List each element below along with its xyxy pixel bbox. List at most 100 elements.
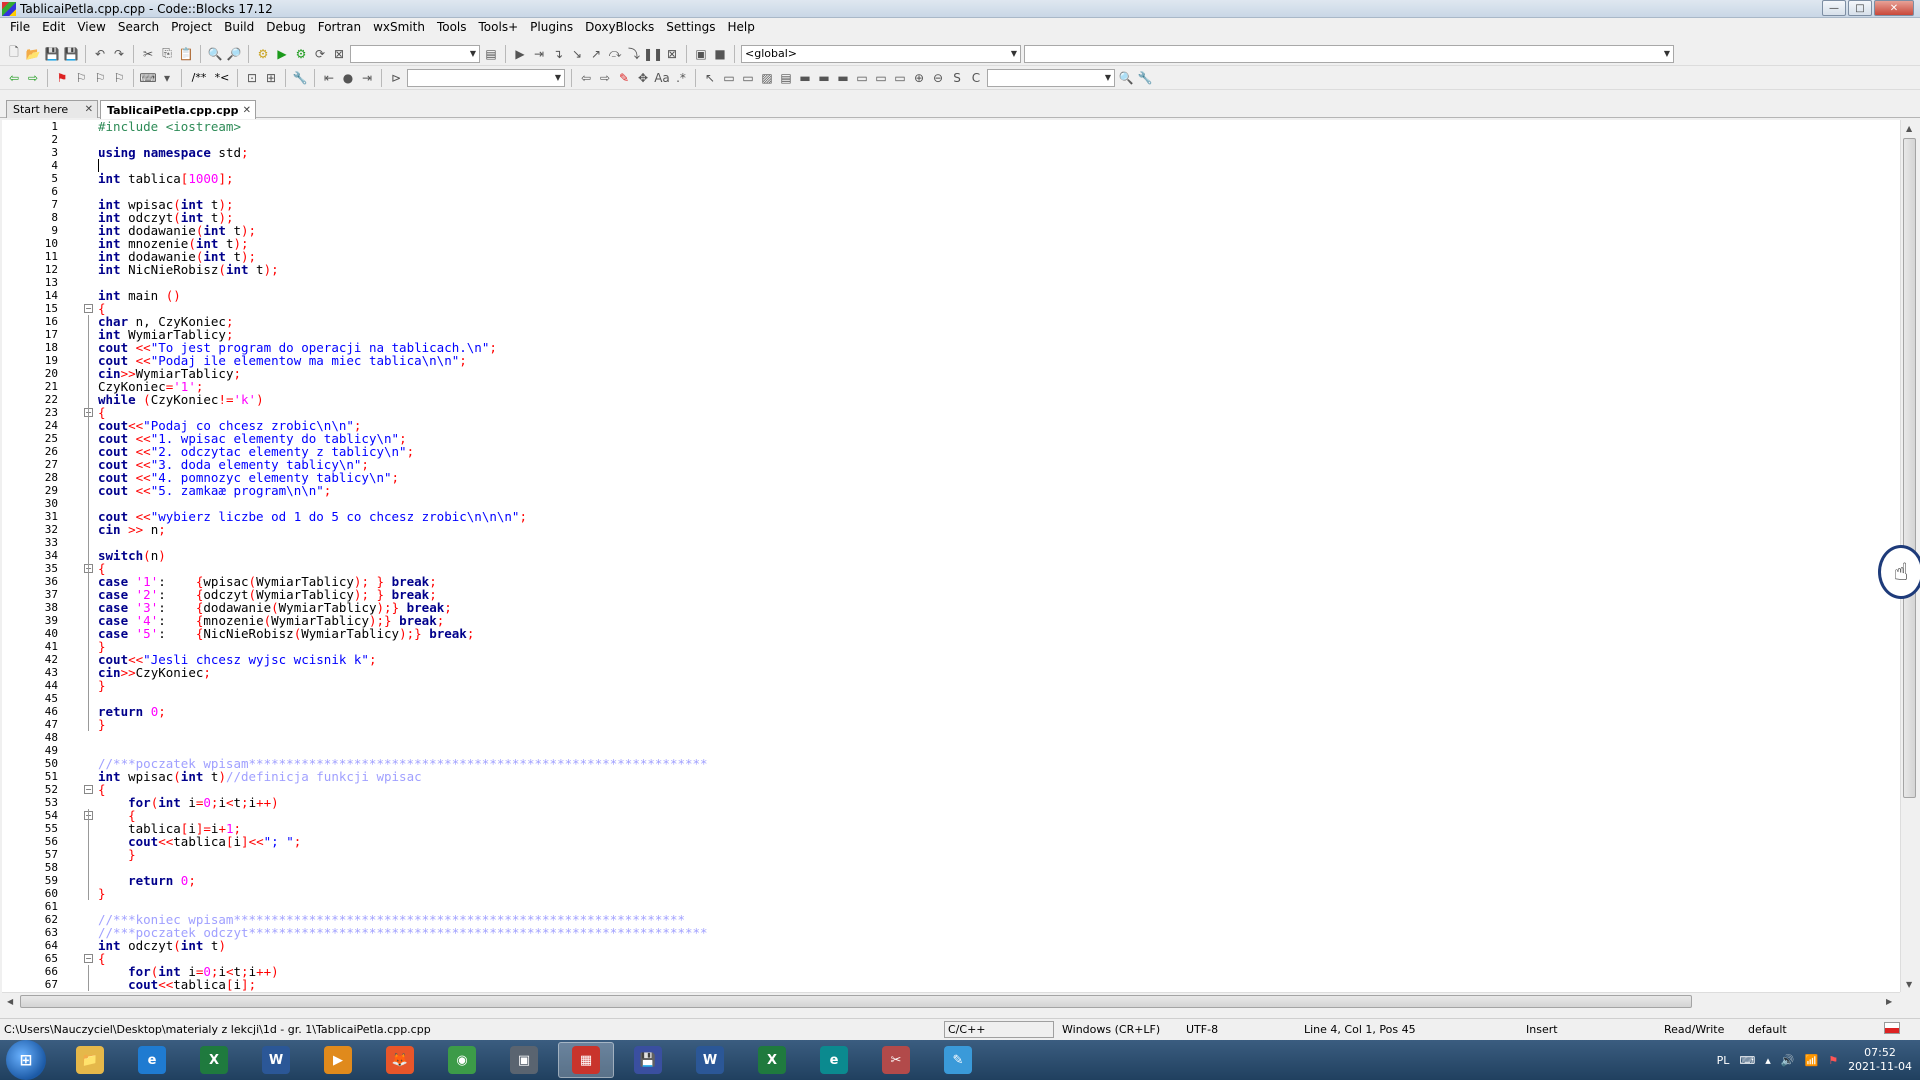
redo-icon[interactable]: ↷ xyxy=(111,46,127,62)
zoom-in-icon[interactable]: ⊕ xyxy=(911,70,927,86)
debug-icon[interactable]: ▶ xyxy=(512,46,528,62)
target-options-icon[interactable]: ▤ xyxy=(483,46,499,62)
code-line[interactable]: } xyxy=(98,679,106,692)
nav-back-icon[interactable]: ⇤ xyxy=(321,70,337,86)
close-icon[interactable]: ✕ xyxy=(85,104,93,115)
code-line[interactable]: return 0; xyxy=(98,874,196,887)
cut-icon[interactable]: ✂ xyxy=(140,46,156,62)
spell-search-icon[interactable]: 🔍 xyxy=(1118,70,1134,86)
code-editor[interactable]: 1 2 3 4 5 6 7 8 9 10 11 12 13 14 15 16 17 18 19 20 21 22 23 24 2… xyxy=(2,120,1902,992)
tab-tablicaipetla[interactable]: TablicaiPetla.cpp.cpp ✕ xyxy=(100,100,256,119)
code-line[interactable]: #include <iostream> xyxy=(98,120,241,133)
highlight-occ-icon[interactable]: ✎ xyxy=(616,70,632,86)
jump-forward-icon[interactable]: ⇨ xyxy=(25,70,41,86)
code-line[interactable]: int main () xyxy=(98,289,181,302)
taskbar-notes-button[interactable]: ✎ xyxy=(930,1042,986,1078)
code-line[interactable]: return 0; xyxy=(98,705,166,718)
various-info-icon[interactable]: ■ xyxy=(712,46,728,62)
save-icon[interactable]: 💾 xyxy=(44,46,60,62)
spell-settings-icon[interactable]: 🔧 xyxy=(1137,70,1153,86)
widget-8-icon[interactable]: ▭ xyxy=(854,70,870,86)
build-gear-icon[interactable]: ⚙ xyxy=(255,46,271,62)
taskbar-edge-button[interactable]: e xyxy=(806,1042,862,1078)
next-line-icon[interactable]: ↴ xyxy=(550,46,566,62)
horizontal-scrollbar[interactable]: ◀ ▶ xyxy=(2,992,1900,1010)
code-line[interactable]: int tablica[1000]; xyxy=(98,172,234,185)
code-line[interactable]: } xyxy=(98,887,106,900)
step-instruction-icon[interactable]: ⤵ xyxy=(626,46,642,62)
run-search-icon[interactable]: ⊳ xyxy=(388,70,404,86)
taskbar-word2-button[interactable]: W xyxy=(682,1042,738,1078)
widget-9-icon[interactable]: ▭ xyxy=(873,70,889,86)
doxy-stream-button[interactable]: *< xyxy=(213,70,231,86)
vertical-scroll-thumb[interactable] xyxy=(1903,138,1916,798)
widget-4-icon[interactable]: ▤ xyxy=(778,70,794,86)
code-line[interactable]: switch(n) xyxy=(98,549,166,562)
open-icon[interactable]: 📂 xyxy=(25,46,41,62)
menu-edit[interactable]: Edit xyxy=(36,20,71,34)
menu-build[interactable]: Build xyxy=(218,20,260,34)
rebuild-icon[interactable]: ⟳ xyxy=(312,46,328,62)
menu-help[interactable]: Help xyxy=(721,20,760,34)
keyboard-icon[interactable]: ⌨ xyxy=(1739,1054,1755,1067)
regex-icon[interactable]: .* xyxy=(673,70,689,86)
widget-2-icon[interactable]: ▭ xyxy=(740,70,756,86)
doxy-comment-button[interactable]: /** xyxy=(188,70,210,86)
taskbar-excel-button[interactable]: X xyxy=(186,1042,242,1078)
pause-icon[interactable]: ❚❚ xyxy=(643,46,663,62)
menu-file[interactable]: File xyxy=(4,20,36,34)
taskbar-word-button[interactable]: W xyxy=(248,1042,304,1078)
code-line[interactable]: } xyxy=(98,848,136,861)
taskbar-codeblocks-button[interactable]: ▦ xyxy=(558,1042,614,1078)
maximize-button[interactable]: □ xyxy=(1848,0,1872,16)
scroll-down-icon[interactable]: ▼ xyxy=(1906,980,1912,989)
start-button[interactable]: ⊞ xyxy=(6,1040,46,1080)
bookmark-prev-icon[interactable]: ⚐ xyxy=(73,70,89,86)
copy-icon[interactable]: ⎘ xyxy=(159,46,175,62)
debug-windows-icon[interactable]: ▣ xyxy=(693,46,709,62)
fold-toggle-icon[interactable]: − xyxy=(84,304,93,313)
action-center-icon[interactable]: ⚑ xyxy=(1828,1054,1838,1067)
taskbar-save-button[interactable]: 💾 xyxy=(620,1042,676,1078)
paste-icon[interactable]: 📋 xyxy=(178,46,194,62)
taskbar-explorer-button[interactable]: 📁 xyxy=(62,1042,118,1078)
stop-debug-icon[interactable]: ⊠ xyxy=(664,46,680,62)
select-pointer-icon[interactable]: ↖ xyxy=(702,70,718,86)
menu-tools[interactable]: Tools xyxy=(431,20,473,34)
widget-10-icon[interactable]: ▭ xyxy=(892,70,908,86)
highlight-icon[interactable]: ▾ xyxy=(159,70,175,86)
undo-icon[interactable]: ↶ xyxy=(92,46,108,62)
search-combo[interactable]: ▼ xyxy=(407,68,565,87)
scroll-right-icon[interactable]: ▶ xyxy=(1886,997,1892,1006)
doxy-extract-icon[interactable]: ⊞ xyxy=(263,70,279,86)
taskbar-excel2-button[interactable]: X xyxy=(744,1042,800,1078)
horizontal-scroll-thumb[interactable] xyxy=(20,995,1692,1008)
close-icon[interactable]: ✕ xyxy=(243,105,251,116)
match-case-icon[interactable]: Aa xyxy=(654,70,670,86)
code-line[interactable]: cout<<tablica[i]; xyxy=(98,978,256,991)
code-line[interactable]: cin>>CzyKoniec; xyxy=(98,666,211,679)
fold-toggle-icon[interactable]: − xyxy=(84,785,93,794)
menu-view[interactable]: View xyxy=(71,20,111,34)
language-indicator[interactable]: C/C++ xyxy=(944,1021,1054,1038)
bookmark-toggle-icon[interactable]: ⚑ xyxy=(54,70,70,86)
menu-settings[interactable]: Settings xyxy=(660,20,721,34)
code-line[interactable]: using namespace std; xyxy=(98,146,249,159)
tray-expand-icon[interactable]: ▴ xyxy=(1765,1054,1771,1067)
fold-toggle-icon[interactable]: − xyxy=(84,954,93,963)
next-occurrence-icon[interactable]: ⇨ xyxy=(597,70,613,86)
menu-debug[interactable]: Debug xyxy=(260,20,311,34)
build-target-combo[interactable]: ▼ xyxy=(350,44,480,63)
widget-5-icon[interactable]: ▬ xyxy=(797,70,813,86)
find-icon[interactable]: 🔍 xyxy=(207,46,223,62)
menu-plugins[interactable]: Plugins xyxy=(524,20,579,34)
step-out-icon[interactable]: ↗ xyxy=(588,46,604,62)
menu-fortran[interactable]: Fortran xyxy=(312,20,367,34)
nav-dot-icon[interactable]: ● xyxy=(340,70,356,86)
menu-doxyblocks[interactable]: DoxyBlocks xyxy=(579,20,660,34)
code-line[interactable]: } xyxy=(98,718,106,731)
bookmark-next-icon[interactable]: ⚐ xyxy=(92,70,108,86)
wrench-icon[interactable]: 🔧 xyxy=(292,70,308,86)
doxy-wizard-icon[interactable]: ⊡ xyxy=(244,70,260,86)
refresh-icon[interactable]: C xyxy=(968,70,984,86)
